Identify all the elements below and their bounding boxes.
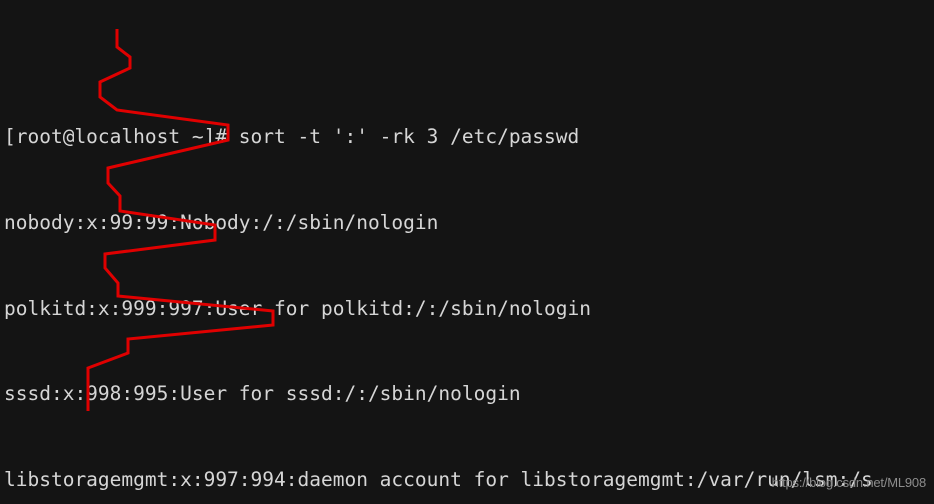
terminal-screen: [root@localhost ~]# sort -t ':' -rk 3 /e… <box>4 0 934 504</box>
terminal-output-line: polkitd:x:999:997:User for polkitd:/:/sb… <box>4 296 591 320</box>
terminal-window[interactable]: [root@localhost ~]# sort -t ':' -rk 3 /e… <box>0 0 934 504</box>
terminal-output-line: sssd:x:998:995:User for sssd:/:/sbin/nol… <box>4 382 521 406</box>
watermark-text: https://blog.csdn.net/ML908 <box>771 475 927 491</box>
terminal-output-line: nobody:x:99:99:Nobody:/:/sbin/nologin <box>4 210 439 234</box>
terminal-line-ghost <box>4 37 934 66</box>
terminal-prompt-line: [root@localhost ~]# sort -t ':' -rk 3 /e… <box>4 124 580 148</box>
